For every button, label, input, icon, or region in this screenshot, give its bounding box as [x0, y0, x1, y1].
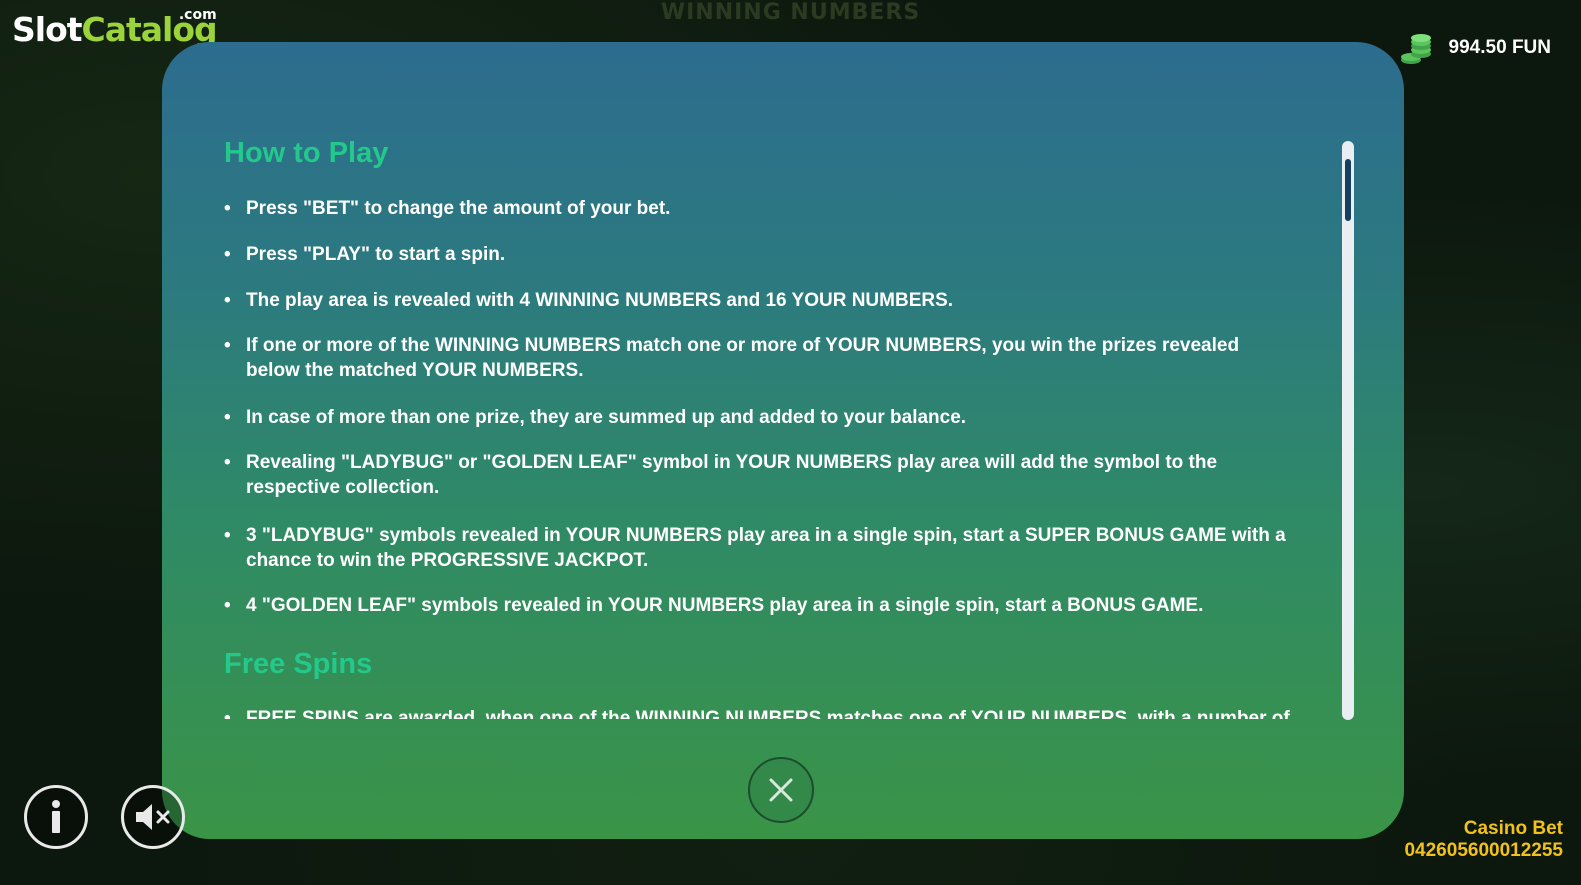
slotcatalog-logo: SlotCatalog .com [12, 7, 218, 49]
casino-label: Casino Bet [1463, 818, 1563, 839]
logo-suffix: .com [178, 7, 217, 23]
rule-item: The play area is revealed with 4 WINNING… [224, 288, 1294, 313]
rules-scroll-area[interactable]: How to Play Press "BET" to change the am… [224, 135, 1314, 719]
rule-item: Press "PLAY" to start a spin. [224, 242, 1294, 267]
rules-scrollbar[interactable] [1342, 141, 1354, 720]
rule-item: Press "BET" to change the amount of your… [224, 196, 1294, 221]
rule-item: 3 "LADYBUG" symbols revealed in YOUR NUM… [224, 523, 1294, 573]
close-icon [769, 778, 793, 802]
casino-bet-info: Casino Bet 042605600012255 [1404, 818, 1563, 862]
rule-item: 4 "GOLDEN LEAF" symbols revealed in YOUR… [224, 593, 1294, 618]
logo-part-slot: Slot [12, 10, 83, 49]
scrollbar-thumb[interactable] [1345, 159, 1351, 221]
background-title: WINNING NUMBERS [660, 0, 921, 25]
free-spins-heading: Free Spins [224, 648, 373, 680]
rule-item: In case of more than one prize, they are… [224, 405, 1294, 430]
sound-muted-icon [136, 804, 170, 830]
coins-icon [1400, 34, 1431, 64]
rule-item: FREE SPINS are awarded, when one of the … [224, 706, 1294, 719]
how-to-play-heading: How to Play [224, 137, 389, 169]
close-button[interactable] [748, 757, 814, 823]
info-button[interactable] [24, 785, 88, 849]
bet-id: 042605600012255 [1404, 840, 1563, 861]
rule-item: If one or more of the WINNING NUMBERS ma… [224, 333, 1294, 383]
balance-amount: 994.50 FUN [1448, 37, 1551, 58]
rule-item: Revealing "LADYBUG" or "GOLDEN LEAF" sym… [224, 450, 1294, 500]
sound-toggle-button[interactable] [121, 785, 185, 849]
balance-display: 994.50 FUN [1399, 30, 1551, 66]
info-icon [52, 800, 60, 833]
